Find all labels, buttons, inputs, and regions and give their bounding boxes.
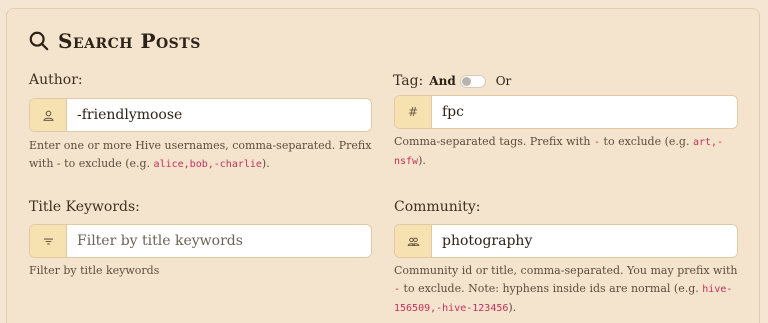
tag-help-middle: to exclude (e.g. [600, 135, 693, 148]
toggle-knob [461, 76, 471, 86]
tag-label: Tag: [393, 73, 424, 89]
tag-help: Comma-separated tags. Prefix with - to e… [394, 133, 754, 171]
page-title: Search Posts [28, 29, 201, 53]
tag-help-text: Comma-separated tags. Prefix with [394, 135, 595, 148]
author-help-example: alice,bob,-charlie [153, 159, 262, 170]
community-input-group [394, 224, 738, 258]
author-help-suffix: ). [261, 157, 270, 170]
community-label: Community: [394, 199, 481, 215]
user-icon [30, 99, 67, 131]
author-label: Author: [29, 72, 83, 88]
search-icon [29, 31, 49, 51]
community-help-suffix: ). [508, 301, 517, 314]
tag-input[interactable] [432, 96, 737, 128]
tag-and-label: And [429, 74, 456, 88]
tag-help-suffix: ). [418, 154, 426, 167]
author-input[interactable] [67, 99, 371, 131]
title-keywords-label: Title Keywords: [29, 199, 140, 215]
hash-icon: # [395, 96, 432, 128]
tag-input-group: # [394, 95, 738, 129]
community-help-middle: to exclude. Note: hyphens inside ids are… [400, 282, 703, 295]
author-input-group [29, 98, 372, 132]
page-title-text: Search Posts [58, 29, 201, 53]
tag-or-label: Or [495, 74, 512, 88]
filter-icon [30, 225, 67, 257]
community-input[interactable] [432, 225, 737, 257]
author-help: Enter one or more Hive usernames, comma-… [29, 137, 374, 174]
community-help-text: Community id or title, comma-separated. … [394, 264, 738, 277]
title-keywords-help: Filter by title keywords [29, 264, 160, 277]
community-help: Community id or title, comma-separated. … [394, 262, 744, 318]
tag-label-row: Tag: And Or [393, 73, 511, 89]
users-icon [395, 225, 432, 257]
title-keywords-input-group [29, 224, 372, 258]
and-or-toggle[interactable] [459, 74, 486, 88]
title-keywords-input[interactable] [67, 225, 371, 257]
